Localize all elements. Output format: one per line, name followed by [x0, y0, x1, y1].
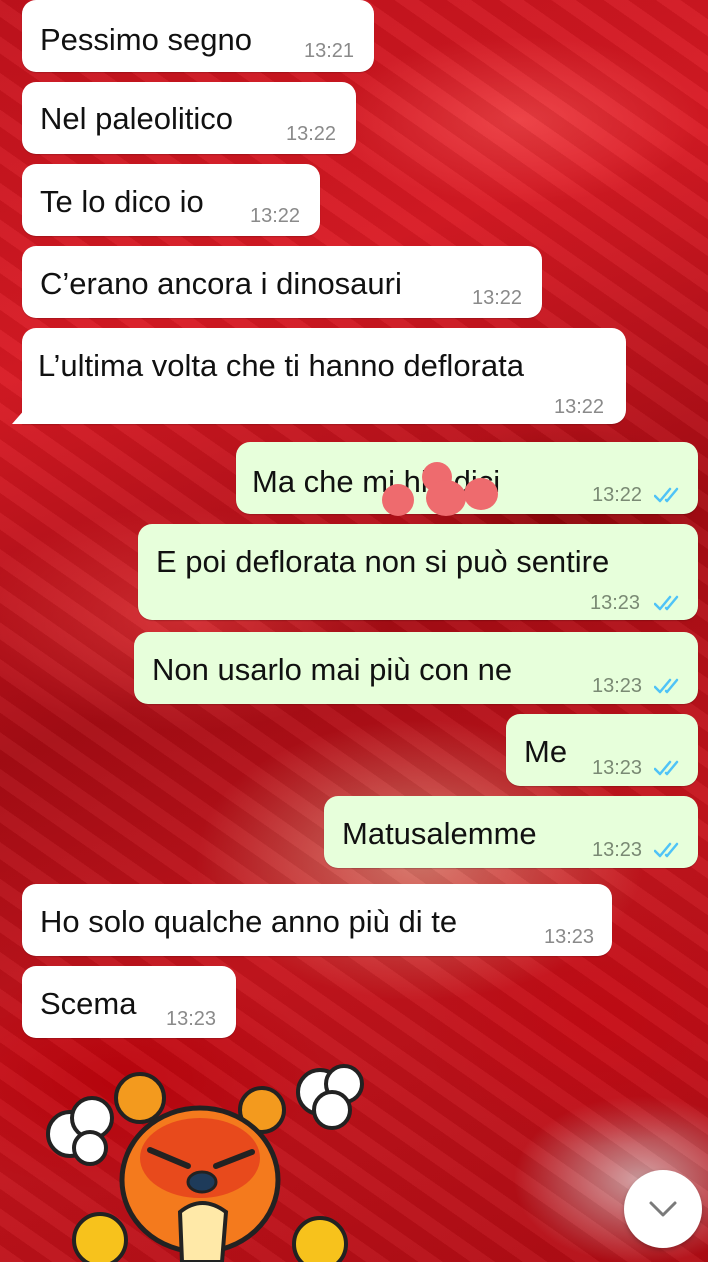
message-text: Ho solo qualche anno più di te [40, 904, 458, 939]
message-text: Non usarlo mai più con ne [152, 652, 513, 687]
message-text: E poi deflorata non si può sentire [156, 544, 610, 579]
scroll-to-bottom-button[interactable] [624, 1170, 702, 1248]
angry-bear-sticker[interactable] [30, 1062, 382, 1262]
read-receipt-icon [654, 760, 679, 776]
message-text: Te lo dico io [40, 184, 204, 219]
message-time: 13:23 [166, 1008, 217, 1030]
message-bubble-incoming[interactable]: Scema 13:23 [22, 966, 236, 1038]
censor-blot [382, 484, 414, 516]
message-text: Nel paleolitico [40, 101, 233, 136]
message-time: 13:23 [592, 839, 643, 861]
message-text: Me [524, 734, 568, 769]
read-receipt-icon [654, 842, 679, 858]
message-text: Matusalemme [342, 816, 537, 851]
message-time: 13:22 [554, 396, 605, 418]
message-time: 13:23 [544, 926, 595, 948]
message-bubble-outgoing[interactable]: Matusalemme 13:23 [324, 796, 698, 868]
message-bubble-outgoing[interactable]: E poi deflorata non si può sentire 13:23 [138, 524, 698, 620]
message-time: 13:23 [592, 675, 643, 697]
message-bubble-incoming[interactable]: Ho solo qualche anno più di te 13:23 [22, 884, 612, 956]
read-receipt-icon [654, 487, 679, 503]
message-bubble-outgoing[interactable]: Ma che mi hia dici 13:22 [236, 442, 698, 516]
message-time: 13:21 [304, 40, 355, 62]
steam-puff-left [46, 1096, 114, 1166]
message-bubble-incoming[interactable]: Nel paleolitico 13:22 [22, 82, 356, 154]
message-bubble-incoming[interactable]: Pessimo segno 13:21 [22, 0, 374, 72]
message-time: 13:22 [472, 287, 523, 309]
message-bubble-outgoing[interactable]: Me 13:23 [506, 714, 698, 786]
message-bubble-incoming[interactable]: Te lo dico io 13:22 [22, 164, 320, 236]
message-time: 13:23 [590, 592, 641, 614]
message-time: 13:22 [286, 123, 337, 145]
censor-blot [426, 480, 466, 516]
read-receipt-icon [654, 595, 679, 611]
read-receipt-icon [654, 678, 679, 694]
message-time: 13:23 [592, 757, 643, 779]
steam-puff-right [296, 1064, 364, 1130]
chevron-down-icon [649, 1201, 677, 1217]
message-time: 13:22 [592, 484, 643, 506]
message-text: L’ultima volta che ti hanno deflorata [38, 348, 524, 383]
message-text: Pessimo segno [40, 22, 252, 57]
bubble-tail [12, 408, 26, 424]
message-text: Scema [40, 986, 137, 1021]
message-bubble-incoming[interactable]: C’erano ancora i dinosauri 13:22 [22, 246, 542, 318]
message-text: C’erano ancora i dinosauri [40, 266, 402, 301]
message-bubble-incoming[interactable]: L’ultima volta che ti hanno deflorata 13… [12, 328, 626, 424]
message-bubble-outgoing[interactable]: Non usarlo mai più con ne 13:23 [134, 632, 698, 704]
message-time: 13:22 [250, 205, 301, 227]
censor-blot [464, 478, 498, 510]
